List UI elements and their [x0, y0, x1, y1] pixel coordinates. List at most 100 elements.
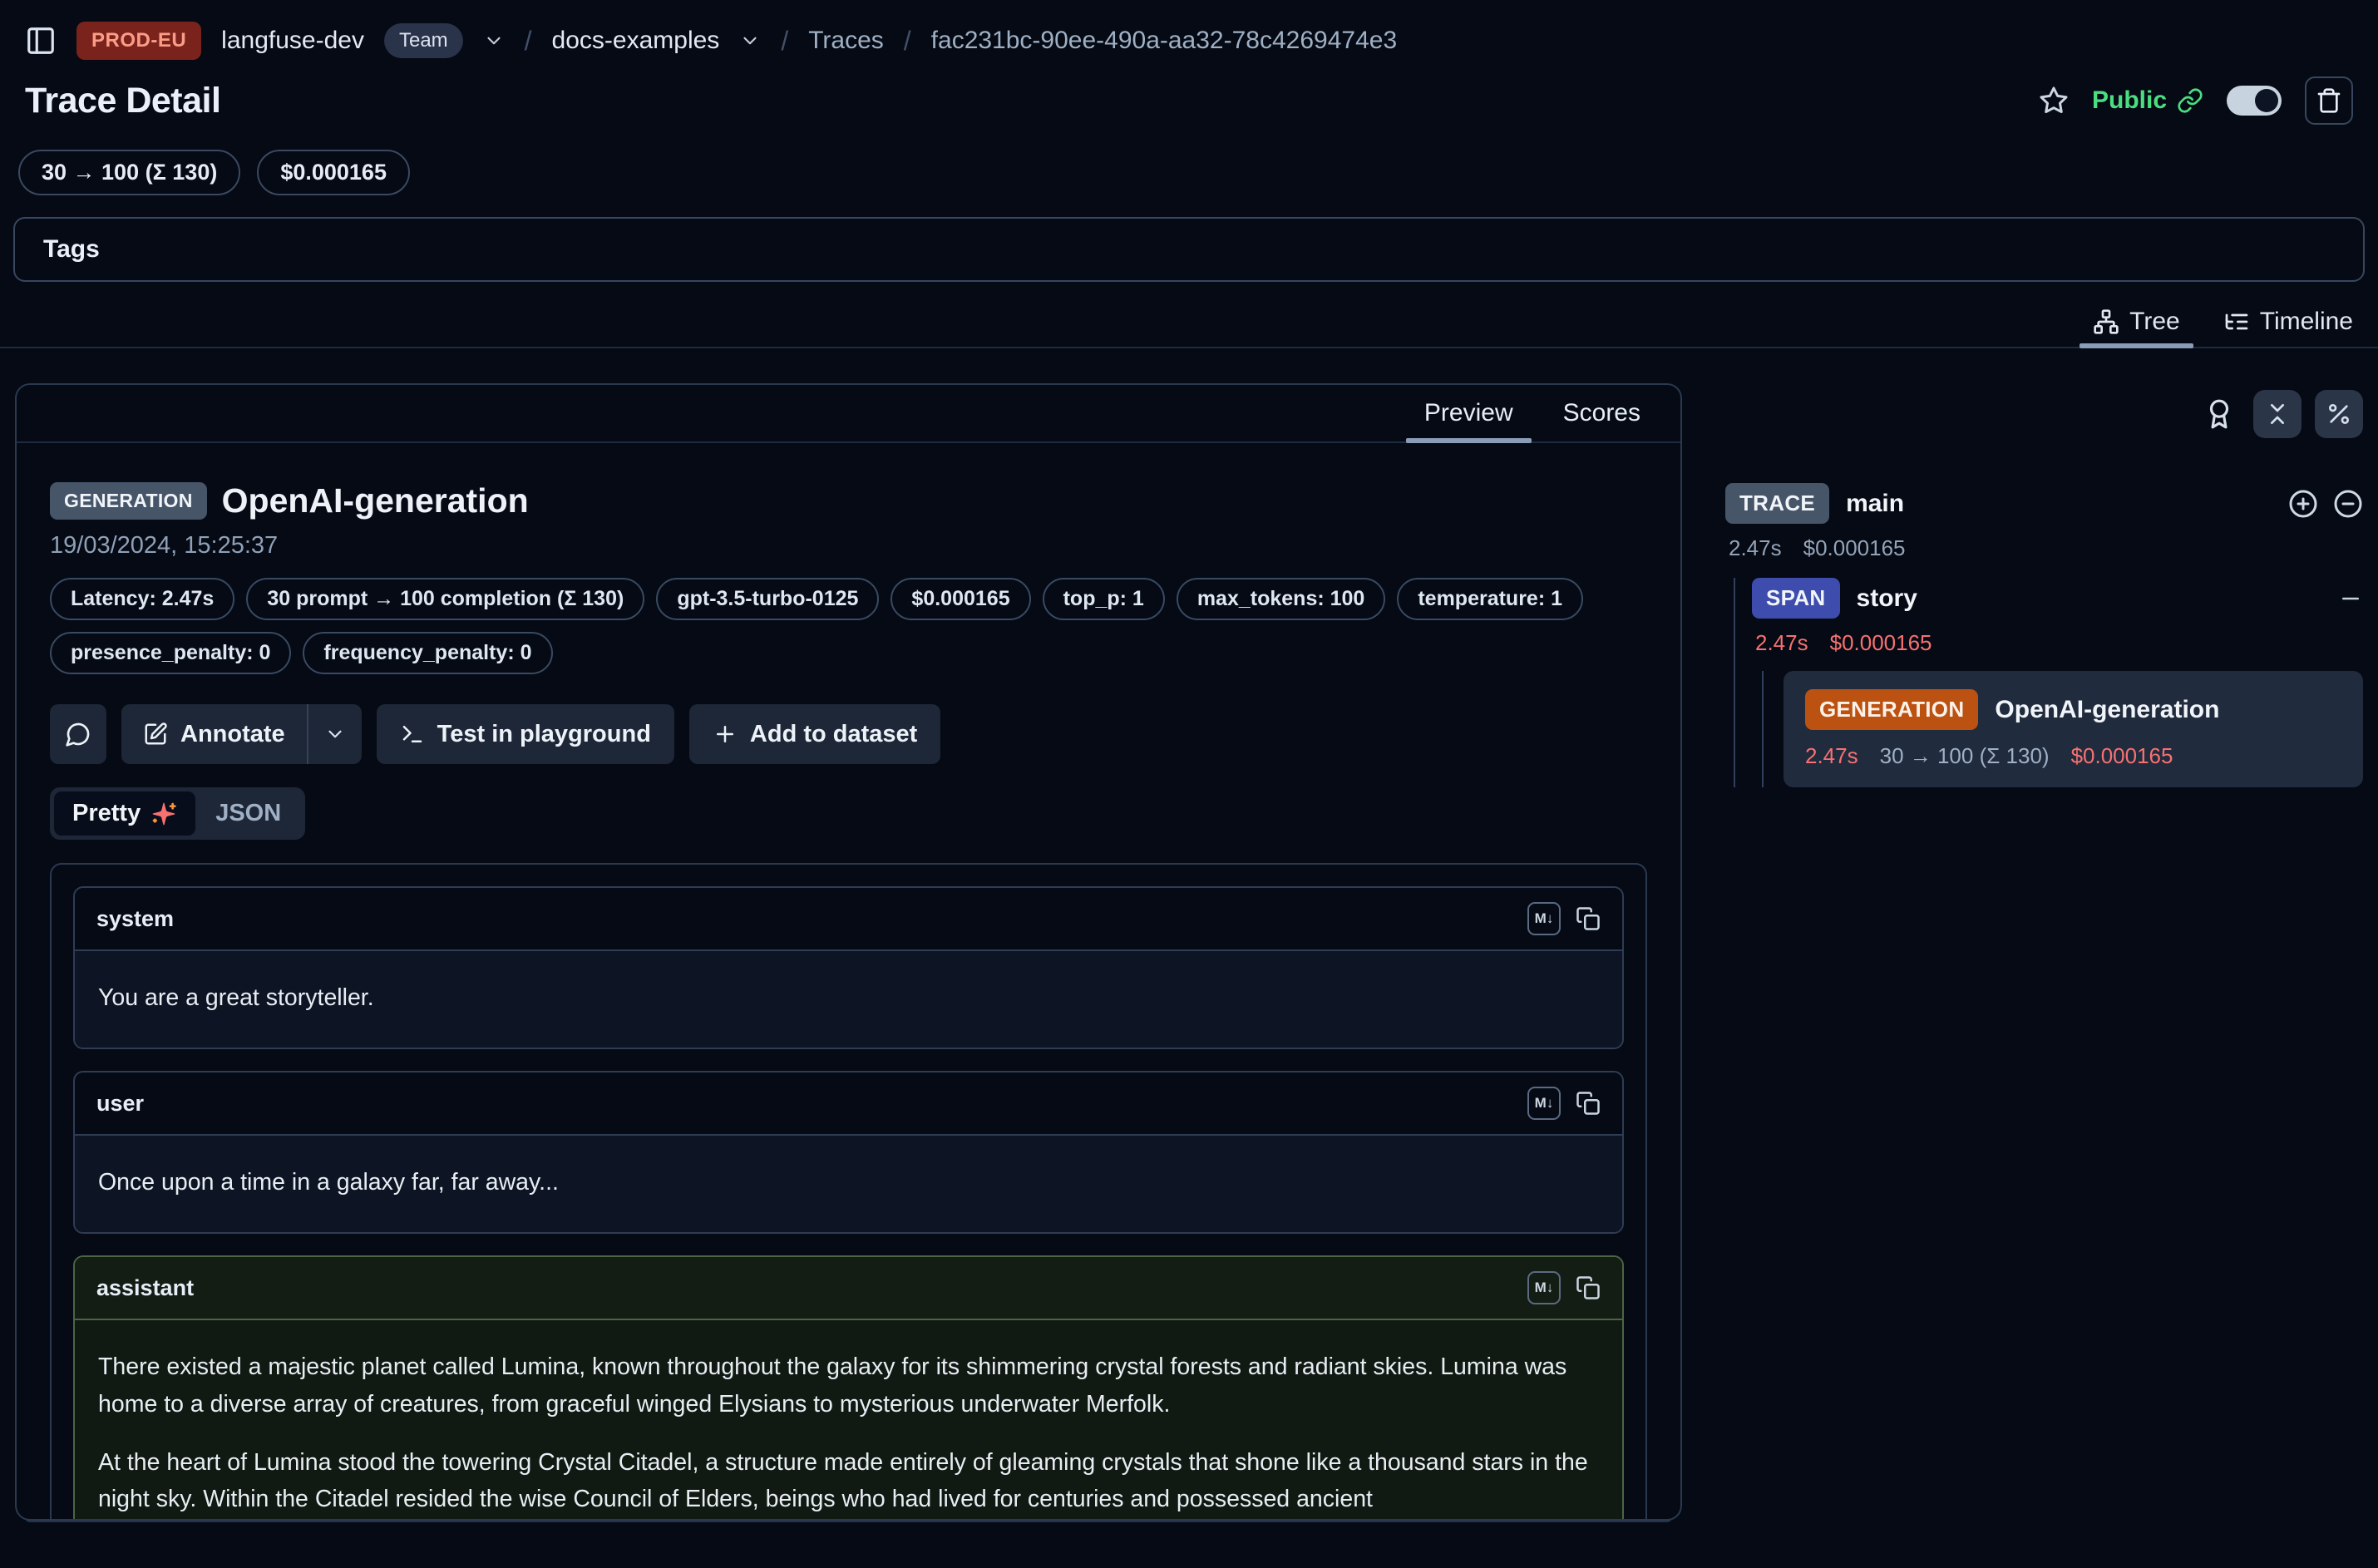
generation-row: GENERATION OpenAI-generation: [1805, 689, 2341, 730]
metrics-toggle-button[interactable]: [2315, 390, 2363, 438]
public-link[interactable]: Public: [2092, 86, 2203, 115]
generation-type-badge: GENERATION: [1805, 689, 1978, 730]
tab-scores[interactable]: Scores: [1560, 385, 1644, 441]
message-role: user: [96, 1091, 144, 1117]
comment-icon: [65, 721, 91, 747]
message-card-assistant: assistant M↓ There existed a majestic pl…: [73, 1255, 1624, 1521]
scores-annotation-button[interactable]: [2203, 398, 2235, 430]
markdown-toggle-button[interactable]: M↓: [1527, 1087, 1561, 1120]
award-icon: [2203, 398, 2235, 430]
breadcrumb-traces[interactable]: Traces: [808, 27, 884, 55]
tab-tree[interactable]: Tree: [2093, 297, 2180, 347]
temperature-badge: temperature: 1: [1397, 578, 1583, 620]
trace-latency: 2.47s: [1729, 535, 1782, 561]
public-toggle[interactable]: [2227, 86, 2282, 116]
panel-left-icon: [25, 25, 57, 57]
test-in-playground-button[interactable]: Test in playground: [377, 704, 674, 764]
tab-preview[interactable]: Preview: [1421, 385, 1517, 441]
star-icon: [2039, 86, 2069, 116]
percent-icon: [2326, 401, 2352, 427]
chevrons-down-up-icon: [2264, 401, 2291, 427]
delete-trace-button[interactable]: [2305, 76, 2353, 125]
sidebar-toggle-button[interactable]: [25, 25, 57, 57]
message-header: system M↓: [75, 888, 1622, 949]
message-role: assistant: [96, 1275, 194, 1301]
collapse-node-button[interactable]: [2338, 586, 2363, 611]
add-to-dataset-button[interactable]: Add to dataset: [689, 704, 940, 764]
message-header: assistant M↓: [75, 1257, 1622, 1319]
tree-node-trace[interactable]: TRACE main: [1725, 483, 2363, 524]
trace-token-badge: 30 → 100 (Σ 130): [18, 150, 240, 195]
title-row: Trace Detail Public: [0, 62, 2378, 125]
tree-children: SPAN story 2.47s $0.000165 GENERAT: [1734, 578, 2363, 787]
copy-button[interactable]: [1576, 906, 1601, 931]
breadcrumb-separator: /: [904, 26, 911, 57]
observation-actions: Annotate Test in playground Add to data: [37, 704, 1660, 764]
plus-icon: [713, 722, 738, 747]
tree-node-span[interactable]: SPAN story: [1752, 578, 2363, 619]
trace-name: main: [1846, 490, 1904, 518]
message-content: There existed a majestic planet called L…: [75, 1319, 1622, 1521]
annotate-dropdown-button[interactable]: [308, 704, 362, 764]
tags-box[interactable]: Tags: [13, 217, 2365, 282]
observation-badges: Latency: 2.47s 30 prompt → 100 completio…: [37, 578, 1616, 674]
tab-timeline[interactable]: Timeline: [2223, 297, 2353, 347]
minus-circle-icon[interactable]: [2333, 489, 2363, 519]
trace-type-badge: TRACE: [1725, 483, 1829, 524]
observation-title: OpenAI-generation: [222, 481, 529, 520]
trace-detail-page: PROD-EU langfuse-dev Team / docs-example…: [0, 0, 2378, 1568]
markdown-toggle-button[interactable]: M↓: [1527, 902, 1561, 935]
copy-button[interactable]: [1576, 1091, 1601, 1116]
add-to-dataset-label: Add to dataset: [750, 721, 917, 748]
panel-tabs: Preview Scores: [17, 385, 1680, 443]
message-card-system: system M↓ You are a great storyteller.: [73, 886, 1624, 1049]
breadcrumb-trace-id: fac231bc-90ee-490a-aa32-78c4269474e3: [931, 27, 1397, 55]
span-cost: $0.000165: [1830, 630, 1932, 656]
page-title: Trace Detail: [25, 81, 220, 121]
cost-badge: $0.000165: [891, 578, 1030, 620]
collapse-all-button[interactable]: [2253, 390, 2302, 438]
message-header: user M↓: [75, 1072, 1622, 1134]
tree-node-generation-selected[interactable]: GENERATION OpenAI-generation 2.47s 30 → …: [1784, 671, 2363, 787]
message-text: There existed a majestic planet called L…: [98, 1349, 1599, 1422]
tree-toolbar: [1725, 383, 2363, 438]
model-badge[interactable]: gpt-3.5-turbo-0125: [656, 578, 879, 620]
markdown-toggle-button[interactable]: M↓: [1527, 1271, 1561, 1304]
format-pretty-button[interactable]: Pretty: [54, 791, 195, 836]
tab-tree-label: Tree: [2129, 308, 2180, 336]
annotate-button[interactable]: Annotate: [121, 704, 307, 764]
presence-penalty-badge: presence_penalty: 0: [50, 632, 291, 674]
observation-header: GENERATION OpenAI-generation: [37, 481, 1660, 520]
message-text: Once upon a time in a galaxy far, far aw…: [98, 1164, 1599, 1201]
comment-button[interactable]: [50, 704, 106, 764]
breadcrumb-org[interactable]: langfuse-dev: [221, 27, 364, 55]
minus-icon: [2338, 586, 2363, 611]
chevron-down-icon: [483, 30, 505, 52]
copy-icon: [1576, 1275, 1601, 1300]
link-icon: [2177, 87, 2203, 114]
generation-tokens: 30 → 100 (Σ 130): [1880, 743, 2050, 769]
copy-button[interactable]: [1576, 1275, 1601, 1300]
panel-body: GENERATION OpenAI-generation 19/03/2024,…: [17, 481, 1680, 1521]
format-json-button[interactable]: JSON: [195, 791, 301, 836]
bookmark-button[interactable]: [2039, 86, 2069, 116]
org-switcher-button[interactable]: [483, 30, 505, 52]
message-tools: M↓: [1527, 902, 1601, 935]
breadcrumb-project[interactable]: docs-examples: [552, 27, 720, 55]
view-tabs: Tree Timeline: [0, 297, 2378, 348]
generation-latency: 2.47s: [1805, 743, 1858, 769]
observation-panel: Preview Scores GENERATION OpenAI-generat…: [15, 383, 1682, 1521]
breadcrumb-separator: /: [525, 26, 532, 57]
plus-circle-icon[interactable]: [2288, 489, 2318, 519]
generation-metrics: 2.47s 30 → 100 (Σ 130) $0.000165: [1805, 743, 2341, 769]
message-content: Once upon a time in a galaxy far, far aw…: [75, 1134, 1622, 1232]
toggle-knob: [2255, 89, 2278, 112]
chevron-down-icon: [739, 30, 761, 52]
environment-badge[interactable]: PROD-EU: [76, 22, 201, 60]
tags-label: Tags: [43, 235, 100, 264]
span-children: GENERATION OpenAI-generation 2.47s 30 → …: [1762, 671, 2363, 787]
title-actions: Public: [2039, 76, 2353, 125]
project-switcher-button[interactable]: [739, 30, 761, 52]
token-usage-badge: 30 prompt → 100 completion (Σ 130): [246, 578, 644, 620]
content-row: Preview Scores GENERATION OpenAI-generat…: [0, 348, 2378, 1521]
